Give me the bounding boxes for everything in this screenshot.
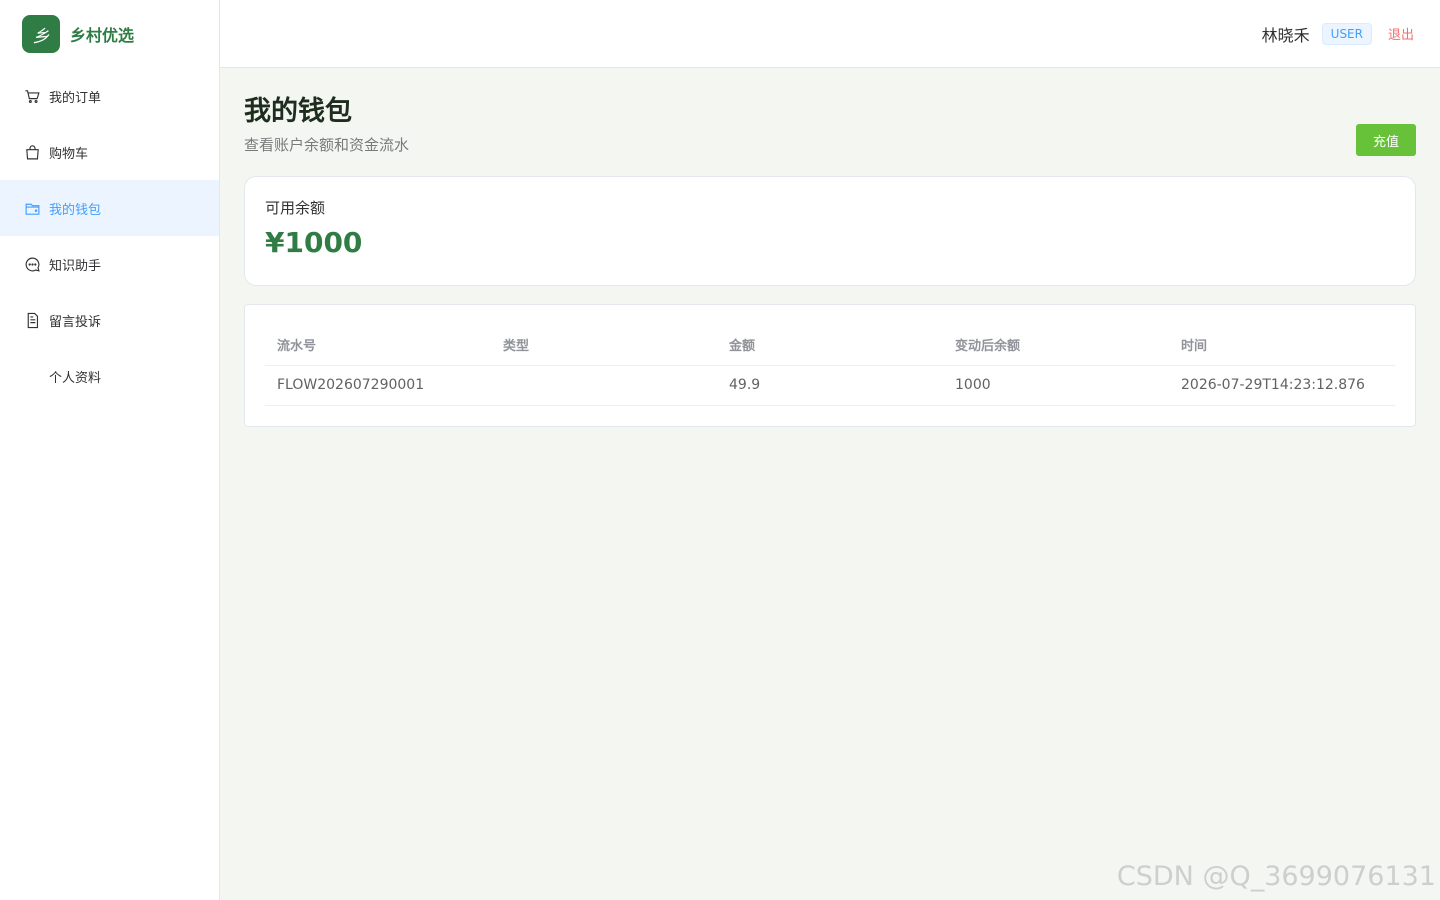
bag-icon — [24, 144, 41, 161]
table-header-row: 流水号 类型 金额 变动后余额 时间 — [265, 325, 1395, 366]
cell-balance-after: 1000 — [943, 365, 1169, 406]
wallet-icon — [24, 200, 41, 217]
sidebar-item-orders[interactable]: 我的订单 — [0, 68, 219, 124]
flow-table: 流水号 类型 金额 变动后余额 时间 FLOW202607290001 49.9… — [265, 325, 1395, 406]
chat-icon — [24, 256, 41, 273]
sidebar-item-feedback[interactable]: 留言投诉 — [0, 292, 219, 348]
watermark: CSDN @Q_3699076131 — [1116, 861, 1436, 892]
sidebar: 乡 乡村优选 我的订单 购物车 我的钱包 知识助手 留言投诉 个人资料 — [0, 0, 220, 900]
flow-table-card: 流水号 类型 金额 变动后余额 时间 FLOW202607290001 49.9… — [244, 304, 1416, 427]
page-header: 我的钱包 查看账户余额和资金流水 充值 — [244, 92, 1416, 176]
column-header-balance-after: 变动后余额 — [943, 325, 1169, 366]
brand[interactable]: 乡 乡村优选 — [0, 0, 219, 68]
sidebar-menu: 我的订单 购物车 我的钱包 知识助手 留言投诉 个人资料 — [0, 68, 219, 404]
cell-amount: 49.9 — [717, 365, 943, 406]
column-header-time: 时间 — [1169, 325, 1395, 366]
brand-name: 乡村优选 — [70, 26, 135, 45]
page-title: 我的钱包 — [244, 96, 352, 127]
balance-value: ¥1000 — [265, 226, 363, 259]
brand-logo: 乡 — [22, 15, 60, 53]
sidebar-item-cart[interactable]: 购物车 — [0, 124, 219, 180]
sidebar-item-wallet[interactable]: 我的钱包 — [0, 180, 219, 236]
sidebar-item-label: 我的钱包 — [49, 202, 102, 218]
document-icon — [24, 312, 41, 329]
cell-type — [491, 365, 717, 406]
role-badge: USER — [1321, 22, 1372, 45]
table-row: FLOW202607290001 49.9 1000 2026-07-29T14… — [265, 365, 1395, 406]
sidebar-item-label: 购物车 — [49, 146, 89, 162]
sidebar-item-profile[interactable]: 个人资料 — [0, 348, 219, 404]
balance-label: 可用余额 — [265, 199, 326, 217]
column-header-flow-no: 流水号 — [265, 325, 491, 366]
sidebar-item-label: 个人资料 — [49, 370, 102, 386]
cell-flow-no: FLOW202607290001 — [265, 365, 491, 406]
sidebar-item-label: 知识助手 — [49, 258, 102, 274]
cell-time: 2026-07-29T14:23:12.876 — [1169, 365, 1395, 406]
username: 林晓禾 — [1261, 25, 1310, 45]
main-content: 我的钱包 查看账户余额和资金流水 充值 可用余额 ¥1000 流水号 类型 金额… — [244, 92, 1416, 427]
balance-card: 可用余额 ¥1000 — [244, 176, 1416, 286]
logout-link[interactable]: 退出 — [1388, 24, 1414, 43]
recharge-button[interactable]: 充值 — [1356, 124, 1416, 156]
sidebar-item-label: 留言投诉 — [49, 314, 102, 330]
sidebar-item-assistant[interactable]: 知识助手 — [0, 236, 219, 292]
sidebar-item-label: 我的订单 — [49, 90, 102, 106]
cart-icon — [24, 88, 41, 105]
column-header-amount: 金额 — [717, 325, 943, 366]
page-subtitle: 查看账户余额和资金流水 — [244, 136, 410, 154]
top-header: 林晓禾 USER 退出 — [220, 0, 1440, 68]
column-header-type: 类型 — [491, 325, 717, 366]
